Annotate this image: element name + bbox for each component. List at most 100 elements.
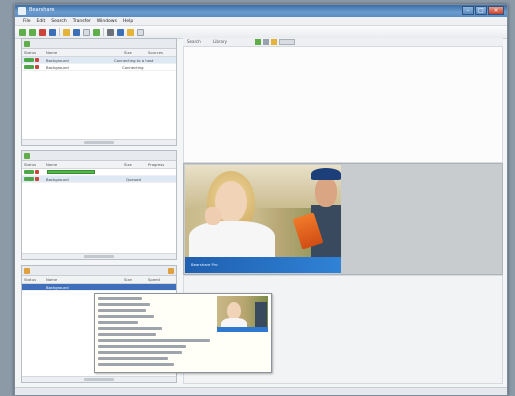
search-icon[interactable] [24, 40, 30, 47]
preview-tooltip [94, 293, 272, 373]
window-controls: – □ × [462, 6, 504, 15]
column-status[interactable]: Status [24, 277, 36, 282]
menu-bar: File Edit Search Transfer Windows Help [15, 17, 507, 26]
file-type-icon [35, 58, 39, 62]
menu-transfer[interactable]: Transfer [73, 19, 91, 24]
tooltip-line [98, 333, 156, 336]
download-icon[interactable] [24, 152, 30, 159]
filter-input[interactable] [279, 39, 295, 45]
table-row[interactable]: Background [22, 284, 176, 291]
file-type-icon [35, 170, 39, 174]
title-bar[interactable]: Bearshare – □ × [15, 5, 507, 17]
forward-icon[interactable] [29, 28, 36, 36]
download-icon[interactable] [83, 28, 90, 36]
table-row[interactable] [22, 169, 176, 176]
column-size[interactable]: Size [124, 50, 132, 55]
tooltip-line [98, 351, 182, 354]
menu-edit[interactable]: Edit [37, 19, 46, 24]
table-row[interactable]: Background Connecting to a host [22, 57, 176, 64]
row-sources: Connecting to a host [114, 57, 154, 63]
column-name[interactable]: Name [46, 162, 57, 167]
home-icon[interactable] [63, 28, 70, 36]
row-status: Queued [126, 176, 141, 182]
scrollbar-thumb[interactable] [83, 255, 115, 258]
row-name: Background [46, 64, 69, 70]
upload-icon[interactable] [24, 267, 30, 274]
column-progress[interactable]: Progress [148, 162, 164, 167]
uploads-pane-toolbar [22, 266, 176, 276]
row-name: Background [46, 176, 69, 182]
column-name[interactable]: Name [46, 277, 57, 282]
upload-icon[interactable] [93, 28, 100, 36]
tooltip-line [98, 315, 154, 318]
table-row[interactable]: Background Queued [22, 176, 176, 183]
chat-icon[interactable] [117, 28, 124, 36]
close-button[interactable]: × [488, 6, 504, 15]
scrollbar-thumb[interactable] [83, 378, 115, 381]
view-icon[interactable] [263, 39, 269, 45]
status-icon [24, 65, 34, 69]
toolbar-separator [103, 28, 104, 36]
menu-windows[interactable]: Windows [97, 19, 117, 24]
column-status[interactable]: Status [24, 50, 36, 55]
row-name: Background [46, 284, 69, 290]
downloads-pane: Status Name Size Progress Background Que… [21, 150, 177, 260]
ad-person-hand [205, 207, 221, 225]
play-icon[interactable] [255, 39, 261, 45]
thumbnail-banner [217, 327, 268, 332]
status-icon [24, 177, 34, 181]
horizontal-scrollbar[interactable] [22, 376, 176, 382]
media-panel: Bearshare Pro [183, 163, 503, 275]
back-icon[interactable] [19, 28, 26, 36]
thumbnail-second-person [255, 302, 267, 330]
row-name: Background [46, 57, 69, 63]
tooltip-line [98, 309, 146, 312]
search-icon[interactable] [73, 28, 80, 36]
settings-icon[interactable] [127, 28, 134, 36]
column-speed[interactable]: Speed [148, 277, 160, 282]
folder-icon[interactable] [271, 39, 277, 45]
status-bar [15, 387, 507, 395]
tab-search[interactable]: Search [187, 39, 201, 44]
menu-file[interactable]: File [23, 19, 31, 24]
file-type-icon [35, 177, 39, 181]
tooltip-thumbnail [217, 296, 268, 332]
search-pane-toolbar [22, 39, 176, 49]
window-title: Bearshare [29, 7, 55, 13]
stop-icon[interactable] [39, 28, 46, 36]
column-name[interactable]: Name [46, 50, 57, 55]
download-progress-bar [47, 170, 95, 174]
downloads-table-header: Status Name Size Progress [22, 161, 176, 169]
scrollbar-thumb[interactable] [83, 141, 115, 144]
tab-library[interactable]: Library [213, 39, 227, 44]
menu-search[interactable]: Search [51, 19, 66, 24]
row-sources: Connecting [122, 64, 144, 70]
search-table-header: Status Name Size Sources [22, 49, 176, 57]
ad-person-body [189, 221, 275, 261]
advertisement-banner[interactable]: Bearshare Pro [185, 165, 341, 273]
toolbar-separator [59, 28, 60, 36]
column-status[interactable]: Status [24, 162, 36, 167]
library-icon[interactable] [107, 28, 114, 36]
help-icon[interactable] [137, 28, 144, 36]
file-type-icon [35, 65, 39, 69]
horizontal-scrollbar[interactable] [22, 139, 176, 145]
maximize-button[interactable]: □ [475, 6, 487, 15]
ad-banner-text: Bearshare Pro [191, 262, 218, 267]
ad-banner-strip: Bearshare Pro [185, 257, 341, 273]
column-size[interactable]: Size [124, 162, 132, 167]
tooltip-line [98, 345, 186, 348]
results-panel [183, 46, 503, 163]
options-icon[interactable] [168, 267, 174, 274]
column-sources[interactable]: Sources [148, 50, 163, 55]
status-icon [24, 170, 34, 174]
column-size[interactable]: Size [124, 277, 132, 282]
minimize-button[interactable]: – [462, 6, 474, 15]
table-row[interactable]: Background Connecting [22, 64, 176, 71]
tooltip-line [98, 357, 168, 360]
horizontal-scrollbar[interactable] [22, 253, 176, 259]
menu-help[interactable]: Help [123, 19, 133, 24]
downloads-pane-toolbar [22, 151, 176, 161]
tooltip-line [98, 327, 162, 330]
refresh-icon[interactable] [49, 28, 56, 36]
